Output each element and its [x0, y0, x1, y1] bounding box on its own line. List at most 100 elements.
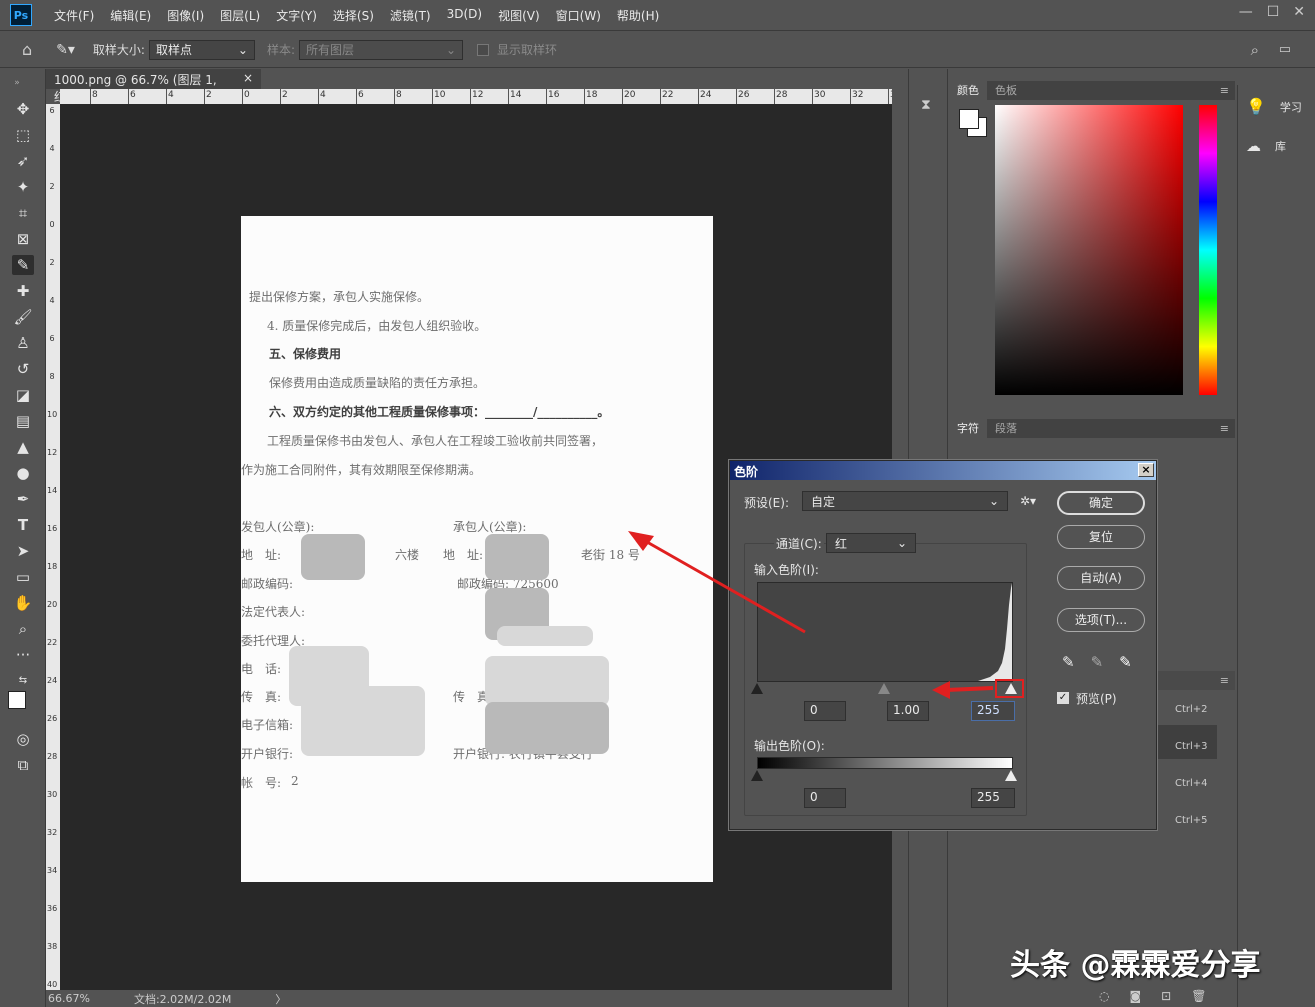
home-icon[interactable]: ⌂ — [22, 40, 32, 59]
output-white-value[interactable]: 255 — [971, 788, 1015, 808]
ruler-label: 4 — [49, 296, 55, 305]
input-white-value[interactable]: 255 — [971, 701, 1015, 721]
ruler-label: 10 — [47, 410, 58, 419]
collapse-icon[interactable]: » — [6, 73, 28, 93]
quick-mask-icon[interactable]: ◎ — [12, 729, 34, 749]
save-selection-icon[interactable]: ◙ — [1129, 989, 1141, 1003]
crop-tool-icon[interactable]: ⌗ — [12, 203, 34, 223]
lasso-tool-icon[interactable]: ➶ — [12, 151, 34, 171]
zoom-level[interactable]: 66.67% — [48, 992, 90, 1005]
input-black-slider[interactable] — [751, 683, 763, 694]
sample-select[interactable]: 所有图层 ⌄ — [299, 39, 464, 60]
search-icon[interactable]: ⌕ — [1251, 41, 1259, 59]
zoom-tool-icon[interactable]: ⌕ — [12, 619, 34, 639]
gray-eyedropper-icon[interactable]: ✎ — [1091, 653, 1104, 671]
black-eyedropper-icon[interactable]: ✎ — [1062, 653, 1075, 671]
menu-item[interactable]: 文件(F) — [46, 7, 102, 24]
ruler-tick — [356, 89, 357, 104]
dodge-tool-icon[interactable]: ● — [12, 463, 34, 483]
frame-tool-icon[interactable]: ⊠ — [12, 229, 34, 249]
workspace-icon[interactable]: ▭ — [1279, 42, 1291, 57]
learn-item[interactable]: 💡 学习 — [1246, 97, 1302, 116]
sample-size-label: 取样大小: — [92, 43, 145, 57]
output-black-slider[interactable] — [751, 770, 763, 781]
auto-button[interactable]: 自动(A) — [1057, 566, 1145, 590]
delete-icon[interactable]: 🗑 — [1191, 989, 1206, 1003]
close-tab-icon[interactable]: × — [243, 71, 253, 87]
panel-menu-icon[interactable]: ≡ — [1220, 674, 1229, 687]
marquee-tool-icon[interactable]: ⬚ — [12, 125, 34, 145]
menu-item[interactable]: 视图(V) — [490, 7, 548, 24]
new-channel-icon[interactable]: ⊡ — [1161, 989, 1171, 1003]
status-arrow-icon[interactable]: 〉 — [275, 991, 286, 1007]
ok-button[interactable]: 确定 — [1057, 491, 1145, 515]
document-text-line: 老街 18 号 — [581, 548, 640, 562]
eraser-tool-icon[interactable]: ◪ — [12, 385, 34, 405]
input-gamma-value[interactable]: 1.00 — [887, 701, 929, 721]
history-icon[interactable]: ⧗ — [921, 97, 931, 113]
tab-color[interactable]: 颜色 — [949, 81, 987, 100]
output-white-slider[interactable] — [1005, 770, 1017, 781]
color-fg-swatch[interactable] — [959, 109, 979, 129]
tab-paragraph[interactable]: 段落 — [987, 419, 1025, 438]
reset-button[interactable]: 复位 — [1057, 525, 1145, 549]
maximize-icon[interactable]: ☐ — [1267, 4, 1280, 20]
channel-select[interactable]: 红 ⌄ — [826, 533, 916, 553]
chevron-down-icon: ⌄ — [896, 536, 907, 550]
menu-item[interactable]: 滤镜(T) — [382, 7, 439, 24]
load-selection-icon[interactable]: ◌ — [1099, 989, 1109, 1003]
menu-item[interactable]: 选择(S) — [325, 7, 382, 24]
document-text-line: 法定代表人: — [241, 605, 306, 619]
eyedropper-tool-icon[interactable]: ✎▾ — [56, 42, 75, 58]
type-tool-icon[interactable]: T — [12, 515, 34, 535]
menu-item[interactable]: 文字(Y) — [268, 7, 325, 24]
tab-character[interactable]: 字符 — [949, 419, 987, 438]
menu-item[interactable]: 窗口(W) — [548, 7, 609, 24]
move-tool-icon[interactable]: ✥ — [12, 99, 34, 119]
preset-select[interactable]: 自定 ⌄ — [802, 491, 1008, 511]
magic-wand-tool-icon[interactable]: ✦ — [12, 177, 34, 197]
tab-swatches[interactable]: 色板 — [987, 81, 1025, 100]
menu-item[interactable]: 3D(D) — [439, 7, 490, 24]
levels-title-bar[interactable]: 色阶 × — [730, 461, 1156, 480]
ruler-label: 4 — [168, 90, 174, 100]
healing-tool-icon[interactable]: ✚ — [12, 281, 34, 301]
menu-item[interactable]: 编辑(E) — [102, 7, 159, 24]
more-tools-icon[interactable]: ··· — [12, 645, 34, 665]
document-tab[interactable]: 1000.png @ 66.7% (图层 1, 红/8) × — [46, 69, 261, 104]
document-image[interactable]: 提出保修方案，承包人实施保修。 4. 质量保修完成后，由发包人组织验收。 五、保修费… — [241, 216, 713, 882]
screen-mode-icon[interactable]: ⧉ — [12, 755, 34, 775]
swap-colors-icon[interactable]: ⇆ — [12, 671, 34, 691]
foreground-color-swatch[interactable] — [8, 691, 26, 709]
panel-menu-icon[interactable]: ≡ — [1220, 422, 1229, 435]
blur-tool-icon[interactable]: ▲ — [12, 437, 34, 457]
show-ring-checkbox[interactable] — [477, 43, 490, 56]
hue-slider[interactable] — [1199, 105, 1217, 395]
input-black-value[interactable]: 0 — [804, 701, 846, 721]
options-button[interactable]: 选项(T)... — [1057, 608, 1145, 632]
library-item[interactable]: ☁ 库 — [1246, 137, 1286, 155]
color-field[interactable] — [995, 105, 1183, 395]
menu-item[interactable]: 图层(L) — [212, 7, 268, 24]
path-select-icon[interactable]: ➤ — [12, 541, 34, 561]
minimize-icon[interactable]: — — [1239, 4, 1253, 20]
white-eyedropper-icon[interactable]: ✎ — [1119, 653, 1132, 671]
rectangle-tool-icon[interactable]: ▭ — [12, 567, 34, 587]
eyedropper-tool-icon[interactable]: ✎ — [12, 255, 34, 275]
close-icon[interactable]: ✕ — [1293, 4, 1305, 20]
menu-item[interactable]: 帮助(H) — [609, 7, 667, 24]
stamp-tool-icon[interactable]: ♙ — [12, 333, 34, 353]
close-dialog-button[interactable]: × — [1138, 463, 1154, 477]
hand-tool-icon[interactable]: ✋ — [12, 593, 34, 613]
menu-item[interactable]: 图像(I) — [159, 7, 212, 24]
history-brush-icon[interactable]: ↺ — [12, 359, 34, 379]
input-gamma-slider[interactable] — [878, 683, 890, 694]
output-black-value[interactable]: 0 — [804, 788, 846, 808]
preset-gear-icon[interactable]: ✲▾ — [1020, 494, 1036, 508]
panel-menu-icon[interactable]: ≡ — [1220, 84, 1229, 97]
preview-checkbox[interactable]: ✓ — [1057, 692, 1069, 704]
sample-size-select[interactable]: 取样点 ⌄ — [148, 39, 255, 60]
brush-tool-icon[interactable]: 🖌 — [12, 307, 34, 327]
gradient-tool-icon[interactable]: ▤ — [12, 411, 34, 431]
pen-tool-icon[interactable]: ✒ — [12, 489, 34, 509]
